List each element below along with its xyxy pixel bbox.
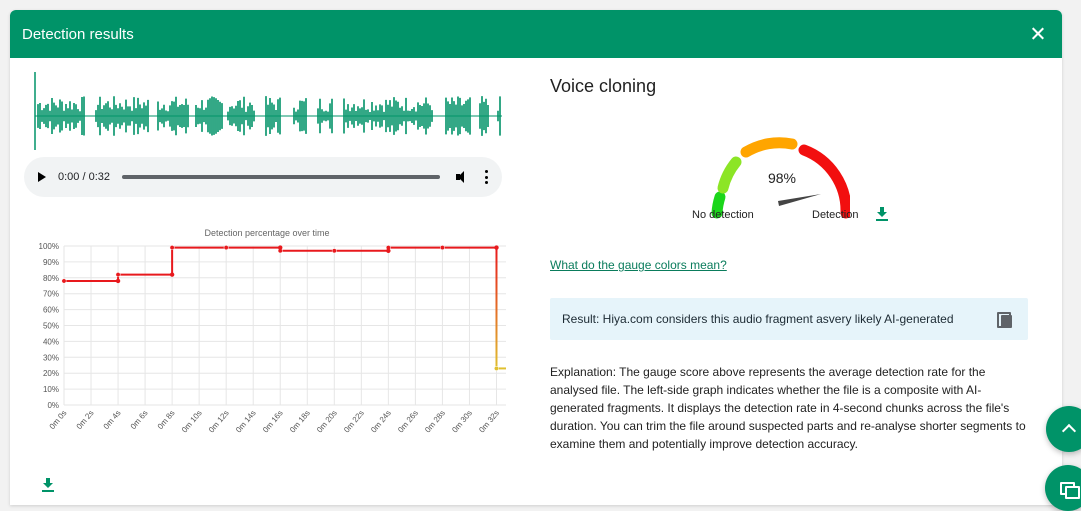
- audio-player[interactable]: 0:00 / 0:32: [24, 157, 502, 197]
- copy-icon[interactable]: [996, 310, 1014, 328]
- x-tick-label: 0m 24s: [369, 409, 393, 435]
- x-tick-label: 0m 18s: [288, 409, 312, 435]
- gauge-segment-orange: [740, 137, 798, 158]
- section-title: Voice cloning: [550, 76, 657, 96]
- download-icon[interactable]: [876, 207, 888, 221]
- y-tick-label: 60%: [43, 306, 59, 315]
- explanation-text: Explanation: The gauge score above repre…: [550, 365, 1026, 451]
- y-tick-label: 0%: [47, 401, 59, 410]
- y-tick-label: 100%: [39, 242, 59, 251]
- gauge-value: 98%: [768, 170, 796, 186]
- series-drop: [495, 247, 498, 369]
- detection-chart: Detection percentage over time 0% 10% 20% 30…: [39, 228, 506, 435]
- x-tick-label: 0m 0s: [48, 409, 69, 431]
- data-point: [61, 278, 67, 284]
- volume-icon[interactable]: [456, 171, 470, 183]
- y-tick-label: 10%: [43, 385, 59, 394]
- chat-icon: [1060, 481, 1080, 499]
- download-icon[interactable]: [42, 478, 54, 492]
- data-point: [169, 245, 175, 251]
- modal-header: Detection results: [10, 10, 1062, 58]
- waveform: [34, 72, 502, 150]
- audio-progress-track[interactable]: [122, 175, 440, 179]
- x-tick-label: 0m 2s: [75, 409, 96, 431]
- y-tick-label: 90%: [43, 258, 59, 267]
- gauge-segment-lime: [717, 156, 742, 194]
- x-tick-label: 0m 32s: [477, 409, 501, 435]
- chart-title: Detection percentage over time: [204, 228, 329, 238]
- x-tick-label: 0m 10s: [180, 409, 204, 435]
- audio-time: 0:00 / 0:32: [58, 171, 110, 183]
- data-point: [223, 245, 229, 251]
- y-tick-label: 20%: [43, 369, 59, 378]
- more-icon[interactable]: [484, 170, 488, 184]
- x-tick-label: 0m 8s: [156, 409, 177, 431]
- x-tick-label: 0m 16s: [261, 409, 285, 435]
- x-tick-label: 0m 14s: [234, 409, 258, 435]
- gauge-colors-link[interactable]: What do the gauge colors mean?: [550, 258, 727, 272]
- data-point: [494, 365, 499, 371]
- gauge-needle: [778, 194, 821, 206]
- data-point: [169, 272, 175, 277]
- data-point: [494, 245, 499, 250]
- modal-title: Detection results: [22, 25, 134, 43]
- y-tick-label: 40%: [43, 337, 59, 346]
- x-tick-label: 0m 6s: [129, 409, 150, 431]
- y-tick-label: 80%: [43, 274, 59, 283]
- data-point: [439, 245, 445, 251]
- y-tick-label: 50%: [43, 322, 59, 331]
- data-point: [115, 272, 121, 278]
- gauge-segment-red: [798, 144, 850, 219]
- result-box: Result: Hiya.com considers this audio fr…: [550, 298, 1028, 340]
- y-tick-label: 70%: [43, 290, 59, 299]
- x-tick-label: 0m 28s: [423, 409, 447, 435]
- data-point: [115, 278, 121, 284]
- x-tick-label: 0m 4s: [102, 409, 123, 431]
- data-point: [386, 248, 391, 253]
- x-tick-label: 0m 22s: [342, 409, 366, 435]
- gauge-label-low: No detection: [692, 209, 754, 221]
- data-point: [331, 248, 337, 254]
- data-point: [278, 245, 283, 250]
- x-tick-label: 0m 30s: [450, 409, 474, 435]
- x-tick-label: 0m 26s: [396, 409, 420, 435]
- y-tick-label: 30%: [43, 353, 59, 362]
- play-icon[interactable]: [38, 172, 46, 182]
- gauge-label-high: Detection: [812, 209, 859, 221]
- result-text: Result: Hiya.com considers this audio fr…: [562, 312, 954, 326]
- x-tick-label: 0m 12s: [207, 409, 231, 435]
- x-tick-label: 0m 20s: [315, 409, 339, 435]
- close-icon[interactable]: [1028, 24, 1048, 44]
- chevron-up-icon: [1061, 423, 1077, 439]
